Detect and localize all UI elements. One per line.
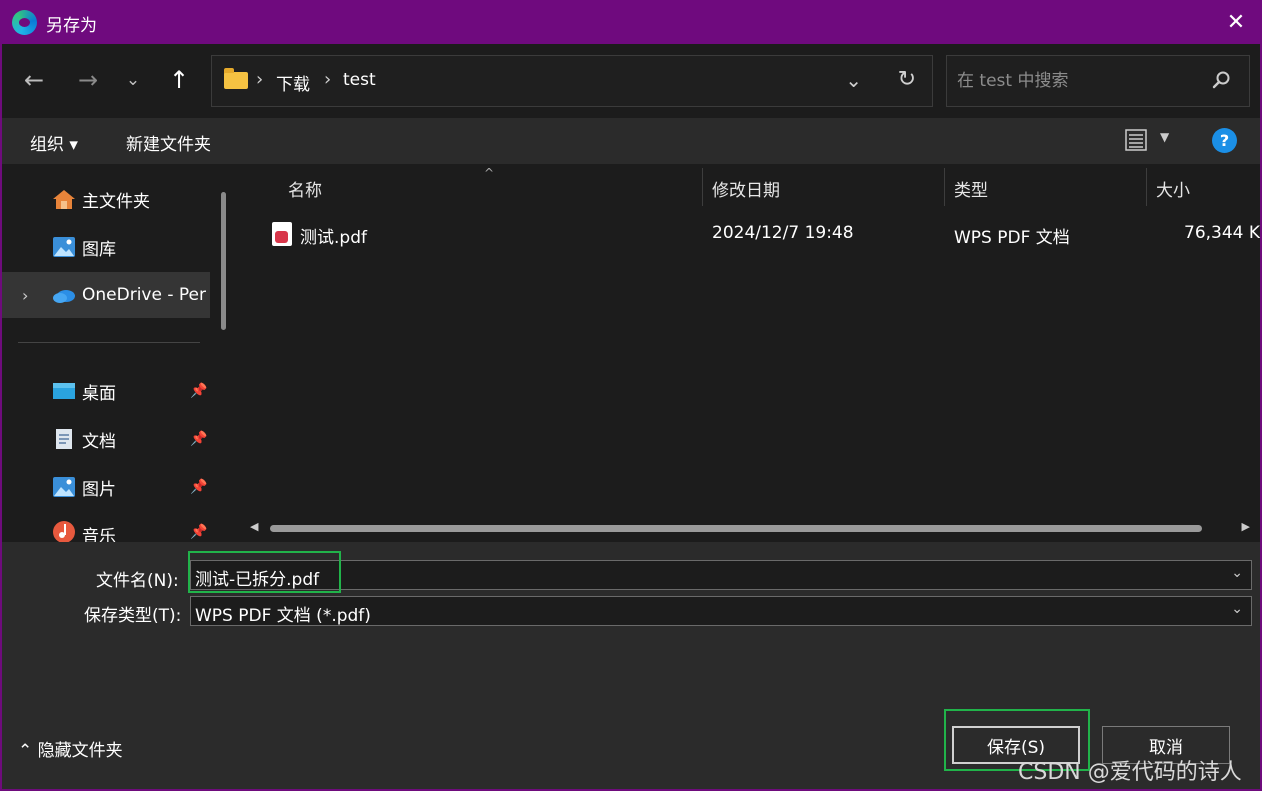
breadcrumb-separator-icon: › xyxy=(256,69,264,90)
file-name: 测试.pdf xyxy=(300,228,367,248)
sidebar-divider xyxy=(18,342,200,343)
filename-label: 文件名(N): xyxy=(96,571,179,591)
table-row[interactable]: 测试.pdf 2024/12/7 19:48 WPS PDF 文档 76,344… xyxy=(240,214,1260,254)
sidebar-item-label: 文档 xyxy=(82,431,116,452)
address-dropdown-chevron-icon[interactable]: ⌄ xyxy=(845,68,862,92)
view-options-icon[interactable] xyxy=(1124,128,1148,152)
onedrive-icon xyxy=(53,290,75,303)
sidebar-item-music[interactable]: 音乐 📌 xyxy=(2,512,210,542)
filename-field[interactable]: 测试-已拆分.pdf ⌄ xyxy=(190,560,1252,590)
filetype-label: 保存类型(T): xyxy=(84,606,182,626)
column-header-size[interactable]: 大小 xyxy=(1156,176,1190,201)
pin-icon[interactable]: 📌 xyxy=(190,383,207,399)
view-options-caret-icon[interactable]: ▼ xyxy=(1160,130,1169,144)
new-folder-button[interactable]: 新建文件夹 xyxy=(126,130,211,155)
sidebar-item-label: 主文件夹 xyxy=(82,191,150,212)
music-icon xyxy=(53,521,75,542)
file-type: WPS PDF 文档 xyxy=(954,228,1070,248)
save-as-dialog: 另存为 ✕ ← → ⌄ ↑ › 下载 › test ⌄ ↻ 组织 ▾ 新建文件夹 xyxy=(0,0,1262,791)
scroll-right-arrow-icon[interactable]: ▶ xyxy=(1242,520,1250,533)
main-pane: 主文件夹 图库 › OneDrive - Per 桌面 📌 文档 📌 图片 📌 … xyxy=(2,164,1260,542)
close-button[interactable]: ✕ xyxy=(1210,0,1262,44)
filename-dropdown-chevron-icon[interactable]: ⌄ xyxy=(1231,565,1243,581)
search-box xyxy=(946,55,1250,107)
sidebar-item-label: 图库 xyxy=(82,239,116,260)
file-list: ^ 名称 修改日期 类型 大小 测试.pdf 2024/12/7 19:48 W… xyxy=(240,164,1260,542)
column-header-type[interactable]: 类型 xyxy=(954,176,988,201)
file-size: 76,344 K xyxy=(1184,223,1260,243)
command-toolbar: 组织 ▾ 新建文件夹 ▼ ? xyxy=(2,118,1260,164)
hide-folders-button[interactable]: ⌃ 隐藏文件夹 xyxy=(18,736,123,761)
help-button[interactable]: ? xyxy=(1212,128,1237,153)
navigation-sidebar: 主文件夹 图库 › OneDrive - Per 桌面 📌 文档 📌 图片 📌 … xyxy=(2,164,238,542)
organize-menu-button[interactable]: 组织 ▾ xyxy=(30,130,78,155)
file-modified: 2024/12/7 19:48 xyxy=(712,223,854,243)
sidebar-item-gallery[interactable]: 图库 xyxy=(2,224,210,270)
horizontal-scrollbar[interactable]: ◀ ▶ xyxy=(246,520,1254,536)
column-separator[interactable] xyxy=(702,168,703,206)
expand-chevron-icon[interactable]: › xyxy=(22,286,28,305)
folder-icon xyxy=(224,68,248,89)
pin-icon[interactable]: 📌 xyxy=(190,431,207,447)
sidebar-item-label: 音乐 xyxy=(82,527,116,542)
column-separator[interactable] xyxy=(1146,168,1147,206)
title-bar: 另存为 ✕ xyxy=(0,0,1262,44)
watermark-text: CSDN @爱代码的诗人 xyxy=(1018,760,1242,785)
up-arrow-icon[interactable]: ↑ xyxy=(161,62,197,98)
home-icon xyxy=(53,190,75,209)
scroll-left-arrow-icon[interactable]: ◀ xyxy=(250,520,258,533)
navigation-bar: ← → ⌄ ↑ › 下载 › test ⌄ ↻ xyxy=(2,44,1260,118)
documents-icon xyxy=(56,429,72,449)
forward-arrow-icon[interactable]: → xyxy=(70,62,106,98)
scrollbar-thumb[interactable] xyxy=(270,525,1202,532)
gallery-icon xyxy=(53,237,75,257)
sidebar-item-pictures[interactable]: 图片 📌 xyxy=(2,464,210,510)
breadcrumb-separator-icon: › xyxy=(324,69,332,90)
dialog-title: 另存为 xyxy=(46,16,97,36)
sidebar-item-label: 图片 xyxy=(82,479,116,500)
pin-icon[interactable]: 📌 xyxy=(190,524,207,540)
sidebar-item-home[interactable]: 主文件夹 xyxy=(2,176,210,222)
sidebar-item-onedrive[interactable]: › OneDrive - Per xyxy=(2,272,210,318)
sidebar-item-label: 桌面 xyxy=(82,383,116,404)
sidebar-item-desktop[interactable]: 桌面 📌 xyxy=(2,368,210,414)
breadcrumb-test[interactable]: test xyxy=(343,70,376,90)
back-arrow-icon[interactable]: ← xyxy=(16,62,52,98)
breadcrumb-downloads[interactable]: 下载 xyxy=(276,70,310,95)
search-icon[interactable] xyxy=(1211,70,1231,90)
filename-highlight-box xyxy=(188,551,341,593)
column-header-modified[interactable]: 修改日期 xyxy=(712,176,780,201)
recent-locations-chevron-icon[interactable]: ⌄ xyxy=(115,62,151,98)
column-header-name[interactable]: 名称 xyxy=(288,176,322,201)
save-form: 文件名(N): 测试-已拆分.pdf ⌄ 保存类型(T): WPS PDF 文档… xyxy=(2,542,1260,789)
sidebar-item-label: OneDrive - Per xyxy=(82,285,206,305)
filetype-select[interactable]: WPS PDF 文档 (*.pdf) ⌄ xyxy=(190,596,1252,626)
sort-ascending-icon: ^ xyxy=(484,166,495,180)
column-separator[interactable] xyxy=(944,168,945,206)
filetype-value: WPS PDF 文档 (*.pdf) xyxy=(195,606,371,626)
refresh-icon[interactable]: ↻ xyxy=(898,67,916,92)
address-bar[interactable]: › 下载 › test ⌄ ↻ xyxy=(211,55,933,107)
sidebar-item-documents[interactable]: 文档 📌 xyxy=(2,416,210,462)
desktop-icon xyxy=(53,383,75,399)
pictures-icon xyxy=(53,477,75,497)
pdf-file-icon xyxy=(272,222,292,246)
search-input[interactable] xyxy=(957,68,1197,94)
sidebar-scrollbar[interactable] xyxy=(221,192,226,330)
filetype-dropdown-chevron-icon[interactable]: ⌄ xyxy=(1231,601,1243,617)
pin-icon[interactable]: 📌 xyxy=(190,479,207,495)
edge-browser-icon xyxy=(12,10,37,35)
